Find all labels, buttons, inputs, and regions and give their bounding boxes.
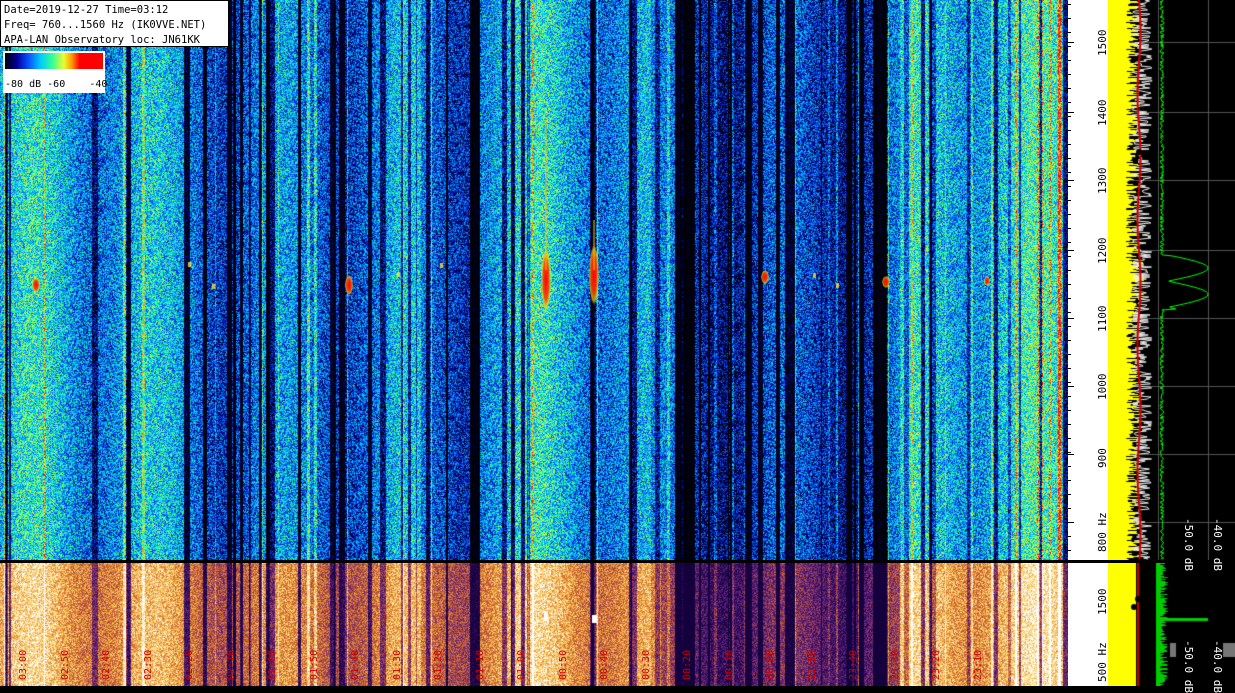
freq-minor-tick bbox=[1068, 396, 1071, 397]
freq-minor-tick bbox=[1068, 508, 1071, 509]
freq-minor-tick bbox=[1068, 256, 1071, 257]
colorbar-labels: -80 dB -60 -40 bbox=[5, 79, 107, 90]
freq-minor-tick bbox=[1068, 200, 1071, 201]
time-label: 03:00 bbox=[18, 649, 29, 680]
time-label: 01:00 bbox=[516, 649, 527, 680]
freq-tick-label: 1400 bbox=[1096, 99, 1109, 127]
time-label: 23:50 bbox=[806, 649, 818, 680]
freq-minor-tick bbox=[1068, 60, 1071, 61]
frequency-axis bbox=[1068, 0, 1108, 560]
time-label: 01:10 bbox=[474, 649, 486, 680]
freq-tick-mark bbox=[1068, 250, 1074, 251]
freq-tick-mark bbox=[1068, 318, 1074, 319]
time-label: 00:50 bbox=[557, 649, 569, 680]
freq-tick-label: 1000 bbox=[1096, 373, 1109, 401]
spectrum-db-label: -40.0 dB bbox=[1211, 518, 1224, 571]
freq-tick-label-lower: 500 Hz bbox=[1096, 642, 1109, 682]
time-label: 02:10 bbox=[225, 649, 237, 680]
time-label: 00:40 bbox=[599, 649, 610, 680]
freq-tick-mark bbox=[1068, 454, 1074, 455]
freq-minor-tick bbox=[1068, 466, 1071, 467]
waterfall-spectrogram bbox=[0, 0, 1068, 560]
colorbar-min-label: -80 dB bbox=[5, 79, 42, 90]
time-label: 00:00 bbox=[765, 649, 776, 680]
colorbar-mid-label: -60 bbox=[47, 79, 66, 90]
freq-minor-tick bbox=[1068, 32, 1071, 33]
time-label: 02:00 bbox=[267, 649, 278, 680]
time-label: 00:10 bbox=[723, 649, 735, 680]
time-label: 23:30 bbox=[889, 649, 901, 680]
time-label: 23:40 bbox=[848, 649, 859, 680]
freq-minor-tick bbox=[1068, 298, 1071, 299]
freq-tick-label: 1500 bbox=[1096, 29, 1109, 57]
freq-minor-tick bbox=[1068, 88, 1071, 89]
freq-minor-tick bbox=[1068, 410, 1071, 411]
info-box: Date=2019-12-27 Time=03:12 Freq= 760...1… bbox=[0, 0, 229, 47]
freq-minor-tick bbox=[1068, 46, 1071, 47]
time-label: 23:20 bbox=[931, 649, 942, 680]
freq-minor-tick bbox=[1068, 4, 1071, 5]
freq-minor-tick bbox=[1068, 242, 1071, 243]
freq-minor-tick bbox=[1068, 550, 1071, 551]
history-waterfall bbox=[0, 563, 1068, 686]
freq-tick-mark bbox=[1068, 112, 1074, 113]
colorbar-gradient bbox=[5, 53, 103, 69]
freq-minor-tick bbox=[1068, 144, 1071, 145]
freq-minor-tick bbox=[1068, 326, 1071, 327]
freq-minor-tick bbox=[1068, 228, 1071, 229]
freq-tick-label: 800 Hz bbox=[1096, 512, 1109, 552]
time-label: 02:20 bbox=[184, 649, 195, 680]
time-label: 01:50 bbox=[308, 649, 320, 680]
freq-tick-label: 1200 bbox=[1096, 237, 1109, 265]
freq-tick-label-lower: 1500 bbox=[1096, 588, 1109, 616]
time-label: 01:20 bbox=[433, 649, 444, 680]
freq-minor-tick bbox=[1068, 158, 1071, 159]
freq-minor-tick bbox=[1068, 382, 1071, 383]
freq-tick-label: 1100 bbox=[1096, 305, 1109, 333]
colorbar-max-label: -40 bbox=[89, 79, 108, 90]
freq-minor-tick bbox=[1068, 480, 1071, 481]
time-label: 00:30 bbox=[640, 649, 652, 680]
time-label: 00:20 bbox=[682, 649, 693, 680]
freq-minor-tick bbox=[1068, 312, 1071, 313]
spectrum-db-label: -50.0 dB bbox=[1182, 518, 1195, 571]
freq-minor-tick bbox=[1068, 102, 1071, 103]
freq-minor-tick bbox=[1068, 18, 1071, 19]
freq-minor-tick bbox=[1068, 536, 1071, 537]
freq-minor-tick bbox=[1068, 284, 1071, 285]
freq-minor-tick bbox=[1068, 424, 1071, 425]
freq-tick-mark bbox=[1068, 386, 1074, 387]
freq-minor-tick bbox=[1068, 130, 1071, 131]
freq-minor-tick bbox=[1068, 172, 1071, 173]
freq-minor-tick bbox=[1068, 494, 1071, 495]
spectrum-plot bbox=[1108, 0, 1235, 560]
freq-tick-label: 1300 bbox=[1096, 167, 1109, 195]
spectrum-db-label-lower: -50.0 dB bbox=[1182, 640, 1195, 693]
time-label: 02:40 bbox=[101, 649, 112, 680]
freq-minor-tick bbox=[1068, 438, 1071, 439]
freq-minor-tick bbox=[1068, 340, 1071, 341]
time-label: 02:30 bbox=[142, 649, 154, 680]
freq-minor-tick bbox=[1068, 368, 1071, 369]
freq-tick-mark bbox=[1068, 42, 1074, 43]
freq-minor-tick bbox=[1068, 186, 1071, 187]
time-label: 01:40 bbox=[350, 649, 361, 680]
time-label: 02:50 bbox=[59, 649, 71, 680]
frequency-line: Freq= 760...1560 Hz (IK0VVE.NET) bbox=[4, 19, 207, 31]
spectrum-db-label-lower: -40.0 dB bbox=[1211, 640, 1224, 693]
freq-minor-tick bbox=[1068, 354, 1071, 355]
time-label: 01:30 bbox=[391, 649, 403, 680]
freq-minor-tick bbox=[1068, 214, 1071, 215]
date-time-line: Date=2019-12-27 Time=03:12 bbox=[4, 4, 169, 16]
freq-tick-label: 900 bbox=[1096, 448, 1109, 468]
freq-minor-tick bbox=[1068, 270, 1071, 271]
colorbar-legend: -80 dB -60 -40 bbox=[3, 51, 107, 93]
time-label: 23:10 bbox=[972, 649, 984, 680]
freq-minor-tick bbox=[1068, 522, 1071, 523]
freq-minor-tick bbox=[1068, 74, 1071, 75]
freq-tick-mark bbox=[1068, 180, 1074, 181]
freq-minor-tick bbox=[1068, 452, 1071, 453]
freq-minor-tick bbox=[1068, 116, 1071, 117]
observatory-line: APA-LAN Observatory loc: JN61KK bbox=[4, 34, 200, 46]
